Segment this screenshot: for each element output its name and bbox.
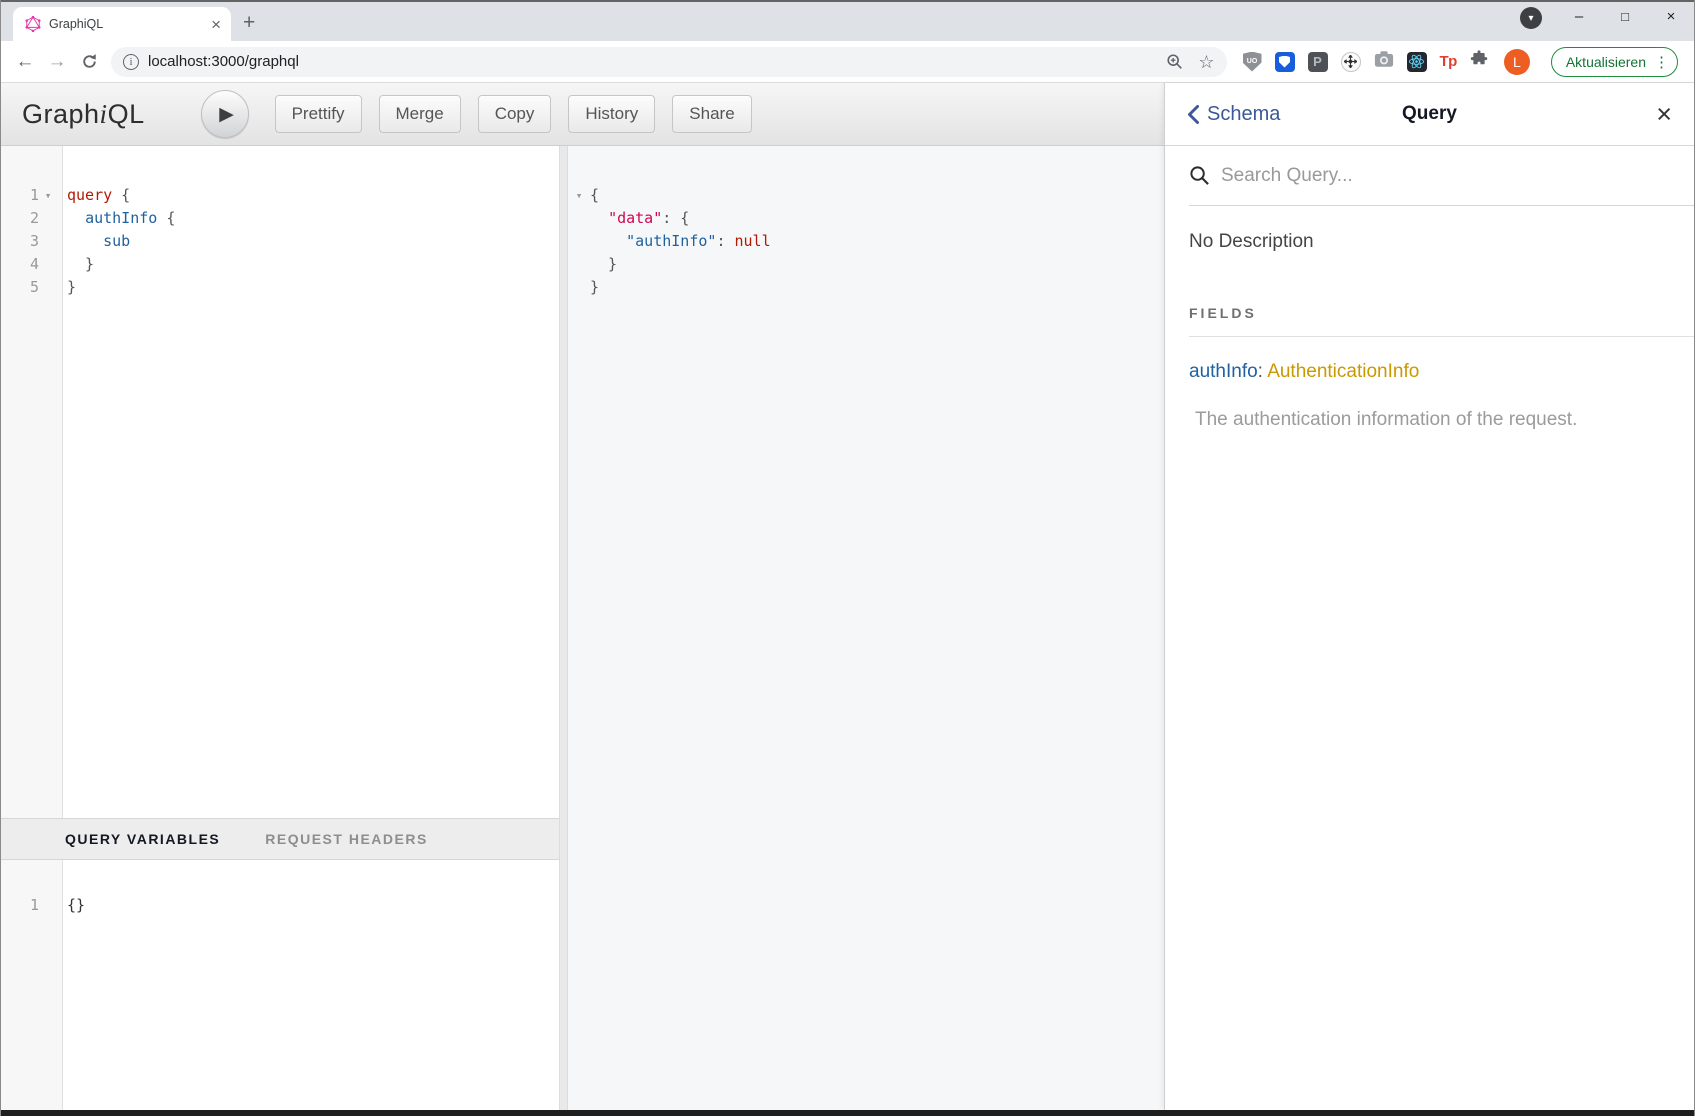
- doc-body: No Description FIELDS authInfo: Authenti…: [1165, 206, 1694, 1110]
- zoom-level-icon[interactable]: [1166, 53, 1184, 71]
- graphiql-logo: GraphiQL: [22, 99, 145, 130]
- tab-title: GraphiQL: [49, 17, 203, 31]
- chrome-update-icon[interactable]: ▾: [1520, 7, 1542, 29]
- move-tool-icon[interactable]: [1341, 52, 1361, 72]
- doc-back-label: Schema: [1207, 103, 1280, 126]
- query-editor-gutter: 1▾2345: [1, 146, 63, 818]
- screenshot-camera-icon[interactable]: [1374, 50, 1394, 73]
- result-pane: ▾ { "data": { "authInfo": null }}: [568, 146, 1164, 1110]
- play-icon: ▶: [219, 103, 234, 126]
- ublock-origin-icon[interactable]: UO: [1243, 52, 1262, 72]
- graphiql-app: GraphiQL ▶ Prettify Merge Copy History S…: [1, 83, 1694, 1110]
- browser-menu-icon[interactable]: ⋮: [1654, 53, 1669, 71]
- omnibox[interactable]: localhost:3000/graphql ☆: [111, 47, 1227, 77]
- taskbar-edge: [1, 1110, 1694, 1116]
- query-pane: 1▾2345 query { authInfo { sub }} QUERY V…: [1, 146, 559, 1110]
- tab-strip: GraphiQL × + ▾ – □ ×: [1, 0, 1694, 41]
- share-button[interactable]: Share: [672, 95, 751, 133]
- site-info-icon[interactable]: [123, 54, 139, 70]
- fields-heading: FIELDS: [1189, 305, 1694, 337]
- variables-editor-gutter: 1: [1, 860, 63, 1110]
- result-fold-gutter[interactable]: ▾: [568, 146, 590, 1110]
- doc-close-icon[interactable]: ×: [1656, 101, 1672, 128]
- merge-button[interactable]: Merge: [379, 95, 461, 133]
- extensions-row: UO P Tp L Aktualisieren ⋮: [1237, 47, 1684, 77]
- copy-button[interactable]: Copy: [478, 95, 552, 133]
- extensions-puzzle-icon[interactable]: [1470, 50, 1488, 73]
- execute-button[interactable]: ▶: [201, 90, 249, 138]
- prettify-button[interactable]: Prettify: [275, 95, 362, 133]
- field-type-link[interactable]: AuthenticationInfo: [1267, 361, 1419, 382]
- tp-extension-icon[interactable]: Tp: [1440, 53, 1457, 70]
- browser-window: GraphiQL × + ▾ – □ × ← → localhost:3000/…: [0, 0, 1695, 1116]
- field-description: The authentication information of the re…: [1195, 409, 1670, 431]
- graphql-logo-icon: [25, 16, 41, 32]
- address-bar: ← → localhost:3000/graphql ☆ UO P: [1, 41, 1694, 83]
- forward-icon[interactable]: →: [43, 48, 71, 76]
- window-maximize-button[interactable]: □: [1602, 2, 1648, 30]
- bitwarden-shield-icon: [1279, 56, 1290, 68]
- tab-query-variables[interactable]: QUERY VARIABLES: [65, 831, 220, 847]
- chevron-left-icon: [1187, 105, 1199, 124]
- field-item: authInfo: AuthenticationInfo: [1189, 361, 1670, 383]
- tab-close-icon[interactable]: ×: [211, 16, 221, 33]
- doc-explorer: Schema Query × No Description FIELDS aut…: [1164, 83, 1694, 1110]
- doc-search-row: [1189, 146, 1694, 206]
- result-viewer-code: { "data": { "authInfo": null }}: [590, 146, 1164, 1110]
- variables-editor[interactable]: 1 {}: [1, 860, 559, 1110]
- doc-explorer-header: Schema Query ×: [1165, 83, 1694, 146]
- react-devtools-icon[interactable]: [1407, 52, 1427, 72]
- graphiql-toolbar: GraphiQL ▶ Prettify Merge Copy History S…: [1, 83, 1164, 146]
- reload-icon[interactable]: [75, 48, 103, 76]
- bookmark-star-icon[interactable]: ☆: [1198, 53, 1214, 71]
- history-button[interactable]: History: [568, 95, 655, 133]
- chrome-update-label: Aktualisieren: [1566, 54, 1646, 70]
- type-description: No Description: [1189, 231, 1670, 253]
- window-close-button[interactable]: ×: [1648, 2, 1694, 30]
- window-minimize-button[interactable]: –: [1556, 2, 1602, 30]
- bitwarden-icon[interactable]: [1275, 52, 1295, 72]
- p-extension-icon[interactable]: P: [1308, 52, 1328, 72]
- query-editor[interactable]: 1▾2345 query { authInfo { sub }}: [1, 146, 559, 818]
- url-text[interactable]: localhost:3000/graphql: [148, 53, 1157, 70]
- search-icon: [1189, 165, 1210, 186]
- doc-back-link[interactable]: Schema: [1187, 103, 1280, 126]
- new-tab-button[interactable]: +: [243, 11, 255, 35]
- doc-search-input[interactable]: [1221, 165, 1694, 187]
- tab-request-headers[interactable]: REQUEST HEADERS: [265, 831, 428, 847]
- browser-tab[interactable]: GraphiQL ×: [13, 7, 231, 41]
- variables-editor-code[interactable]: {}: [63, 860, 559, 1110]
- pane-resize-handle[interactable]: [559, 146, 568, 1110]
- back-icon[interactable]: ←: [11, 48, 39, 76]
- query-editor-code[interactable]: query { authInfo { sub }}: [63, 146, 559, 818]
- variables-tab-bar: QUERY VARIABLES REQUEST HEADERS: [1, 818, 559, 860]
- profile-avatar[interactable]: L: [1504, 49, 1530, 75]
- chrome-update-button[interactable]: Aktualisieren ⋮: [1551, 47, 1678, 77]
- field-name-link[interactable]: authInfo: [1189, 361, 1258, 382]
- field-separator: :: [1258, 361, 1268, 382]
